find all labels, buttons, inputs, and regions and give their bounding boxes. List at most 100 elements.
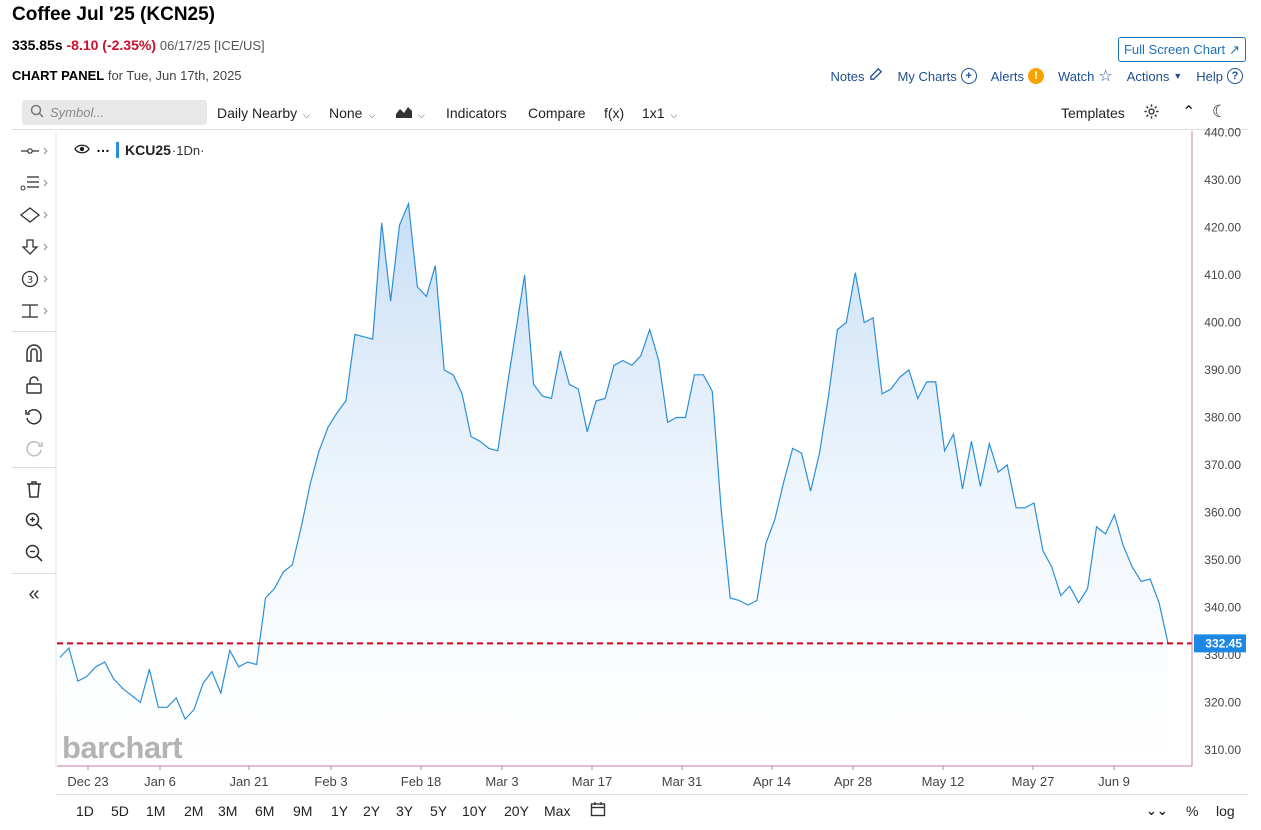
y-tick-label: 430.00 (1204, 173, 1241, 187)
price-point (988, 443, 990, 445)
price-point (1140, 580, 1142, 582)
price-area (60, 203, 1168, 767)
price-point (667, 421, 669, 423)
price-point (926, 381, 928, 383)
price-point (559, 350, 561, 352)
price-point (1105, 533, 1107, 535)
price-point (399, 224, 401, 226)
price-point (810, 490, 812, 492)
price-point (935, 381, 937, 383)
price-point (1024, 507, 1026, 509)
price-point (157, 706, 159, 708)
price-point (568, 383, 570, 385)
price-point (962, 488, 964, 490)
price-point (1096, 526, 1098, 528)
price-point (291, 564, 293, 566)
price-point (434, 265, 436, 267)
price-point (685, 417, 687, 419)
range-bar: 1D 5D 1M 2M 3M 6M 9M 1Y 2Y 3Y 5Y 10Y 20Y Max ⌄⌄ % log (56, 794, 1248, 824)
price-point (863, 322, 865, 324)
price-point (390, 300, 392, 302)
price-point (604, 398, 606, 400)
price-point (551, 398, 553, 400)
log-toggle[interactable]: log (1216, 803, 1235, 819)
range-button-1y[interactable]: 1Y (331, 803, 348, 819)
range-button-3m[interactable]: 3M (218, 803, 237, 819)
price-point (461, 393, 463, 395)
price-point (622, 360, 624, 362)
price-point (917, 398, 919, 400)
price-point (515, 331, 517, 333)
price-point (1060, 595, 1062, 597)
eye-icon[interactable] (74, 142, 90, 158)
range-button-2y[interactable]: 2Y (363, 803, 380, 819)
x-tick-label: Jan 21 (229, 774, 268, 789)
price-chart[interactable]: 440.00 430.00 420.00 410.00 400.00 390.00 380.… (0, 0, 1261, 830)
range-button-9m[interactable]: 9M (293, 803, 312, 819)
price-point (640, 355, 642, 357)
price-point (881, 393, 883, 395)
price-point (345, 400, 347, 402)
range-button-3y[interactable]: 3Y (396, 803, 413, 819)
price-point (702, 374, 704, 376)
price-point (148, 668, 150, 670)
x-tick-label: Apr 14 (753, 774, 791, 789)
x-tick-label: Apr 28 (834, 774, 872, 789)
price-point (139, 702, 141, 704)
price-point (613, 364, 615, 366)
price-point (720, 509, 722, 511)
y-tick-label: 410.00 (1204, 268, 1241, 282)
range-button-6m[interactable]: 6M (255, 803, 274, 819)
range-button-2m[interactable]: 2M (184, 803, 203, 819)
range-button-5y[interactable]: 5Y (430, 803, 447, 819)
price-point (872, 317, 874, 319)
range-button-5d[interactable]: 5D (111, 803, 129, 819)
y-tick-label: 420.00 (1204, 221, 1241, 235)
price-point (649, 329, 651, 331)
price-point (336, 412, 338, 414)
price-point (363, 336, 365, 338)
price-point (327, 426, 329, 428)
price-point (104, 661, 106, 663)
range-button-max[interactable]: Max (544, 803, 570, 819)
price-point (95, 666, 97, 668)
range-button-1m[interactable]: 1M (146, 803, 165, 819)
price-point (1042, 550, 1044, 552)
price-point (783, 481, 785, 483)
price-point (711, 390, 713, 392)
price-point (997, 471, 999, 473)
expand-down-icon[interactable]: ⌄⌄ (1146, 803, 1168, 819)
y-tick-label: 390.00 (1204, 363, 1241, 377)
price-point (854, 272, 856, 274)
price-point (1069, 585, 1071, 587)
price-point (416, 286, 418, 288)
price-point (747, 604, 749, 606)
price-point (425, 295, 427, 297)
y-tick-label: 340.00 (1204, 601, 1241, 615)
price-point (300, 526, 302, 528)
range-button-1d[interactable]: 1D (76, 803, 94, 819)
x-tick-label: Mar 17 (572, 774, 612, 789)
x-tick-label: May 27 (1012, 774, 1055, 789)
price-point (792, 447, 794, 449)
price-point (479, 440, 481, 442)
price-point (738, 599, 740, 601)
price-point (1051, 566, 1053, 568)
price-point (729, 597, 731, 599)
price-point (577, 388, 579, 390)
price-point (86, 675, 88, 677)
range-button-20y[interactable]: 20Y (504, 803, 529, 819)
price-point (524, 274, 526, 276)
price-point (1113, 514, 1115, 516)
range-button-10y[interactable]: 10Y (462, 803, 487, 819)
price-point (542, 395, 544, 397)
price-point (229, 649, 231, 651)
price-point (970, 440, 972, 442)
more-icon[interactable]: … (96, 139, 110, 155)
price-point (899, 376, 901, 378)
x-tick-label: Dec 23 (67, 774, 108, 789)
percent-toggle[interactable]: % (1186, 803, 1198, 819)
calendar-icon[interactable] (590, 801, 606, 820)
price-point (238, 666, 240, 668)
price-point (631, 364, 633, 366)
